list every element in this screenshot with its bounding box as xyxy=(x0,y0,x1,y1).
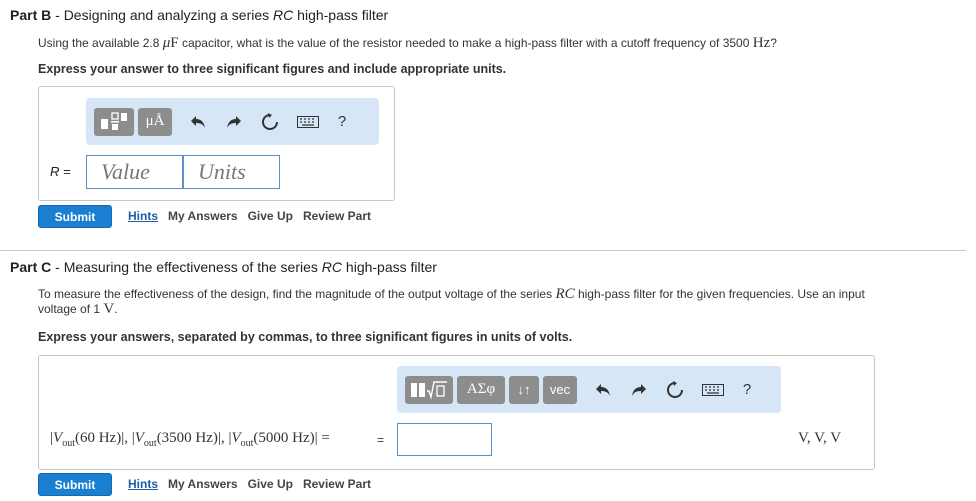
part-c-question-text-2: high-pass filter for the given frequenci… xyxy=(574,287,865,301)
voltage-answer-input[interactable] xyxy=(397,423,492,456)
part-divider xyxy=(0,250,966,251)
part-c-toolbar: ΑΣφ ↓↑ vec ? xyxy=(397,366,781,413)
keyboard-button[interactable] xyxy=(292,108,324,136)
part-c-question-text-3: voltage of 1 xyxy=(38,302,104,316)
units-input[interactable]: Units xyxy=(183,155,280,189)
part-b-my-answers-link[interactable]: My Answers xyxy=(168,209,238,223)
redo-button-c[interactable] xyxy=(623,376,655,404)
part-b-question-text-2: capacitor, what is the value of the resi… xyxy=(178,36,753,50)
help-button[interactable]: ? xyxy=(326,108,358,136)
freq-3: (5000 Hz) xyxy=(253,430,315,446)
part-c-my-answers-link[interactable]: My Answers xyxy=(168,477,238,491)
part-b-unit-f: F xyxy=(170,35,179,51)
redo-icon xyxy=(227,115,241,128)
vec-button-label: vec xyxy=(549,382,571,397)
part-c-title: Part C - Measuring the effectiveness of … xyxy=(10,259,437,275)
part-c-question-v: V xyxy=(103,301,115,317)
v-symbol: V xyxy=(53,430,63,446)
help-button-c[interactable]: ? xyxy=(731,376,763,404)
part-c-question: To measure the effectiveness of the desi… xyxy=(38,287,865,317)
help-label-c: ? xyxy=(742,381,752,398)
part-b-question-text-1: Using the available 2.8 xyxy=(38,36,163,50)
part-c-question-rc: RC xyxy=(555,286,575,302)
sort-button[interactable]: ↓↑ xyxy=(509,375,539,404)
v-subscript: out xyxy=(143,438,157,449)
templates-button-c[interactable] xyxy=(405,375,453,404)
resistor-label-text: R = xyxy=(50,164,71,179)
resistor-label: R = xyxy=(50,164,71,179)
undo-button[interactable] xyxy=(182,108,214,136)
answer-equals: = xyxy=(377,433,385,447)
part-c-review-part-link[interactable]: Review Part xyxy=(303,477,371,491)
part-b-links: Hints My Answers Give Up Review Part xyxy=(128,209,371,223)
part-b-title: Part B - Designing and analyzing a serie… xyxy=(10,7,388,23)
reset-icon xyxy=(262,112,278,130)
keyboard-icon xyxy=(702,383,724,396)
value-placeholder: Value xyxy=(101,159,150,184)
greek-button-label: ΑΣφ xyxy=(466,381,496,397)
units-placeholder: Units xyxy=(198,159,246,184)
part-b-instruction: Express your answer to three significant… xyxy=(38,62,507,76)
freq-1: (60 Hz) xyxy=(74,430,122,446)
undo-icon xyxy=(191,115,205,128)
reset-icon xyxy=(667,380,683,398)
part-c-question-text-4: . xyxy=(114,302,118,316)
v-subscript: out xyxy=(62,438,75,449)
part-c-prefix: Part C xyxy=(10,259,52,275)
part-c-title-text-1: Measuring the effectiveness of the serie… xyxy=(63,259,322,275)
comma: , xyxy=(124,430,132,446)
v-symbol: V xyxy=(134,430,144,446)
help-label: ? xyxy=(337,113,347,130)
fraction-sqrt-template-icon xyxy=(411,380,447,400)
part-c-instruction: Express your answers, separated by comma… xyxy=(38,330,573,344)
part-b-give-up-link[interactable]: Give Up xyxy=(248,209,293,223)
part-b-title-rc: RC xyxy=(273,7,294,23)
part-b-unit-hz: Hz xyxy=(752,35,771,51)
part-c-title-rc: RC xyxy=(321,259,343,275)
units-suffix: V, V, V xyxy=(798,430,842,446)
reset-button[interactable] xyxy=(254,108,286,136)
undo-button-c[interactable] xyxy=(587,376,619,404)
sort-button-label: ↓↑ xyxy=(517,382,531,397)
redo-button[interactable] xyxy=(218,108,250,136)
v-symbol: V xyxy=(231,430,241,446)
part-c-sep: - xyxy=(51,259,64,275)
part-b-toolbar: μÅ ? xyxy=(86,98,379,145)
part-b-submit-button[interactable]: Submit xyxy=(38,205,112,228)
redo-icon xyxy=(632,383,646,396)
reset-button-c[interactable] xyxy=(659,376,691,404)
part-b-prefix: Part B xyxy=(10,7,52,23)
keyboard-button-c[interactable] xyxy=(697,376,729,404)
fraction-template-icon xyxy=(101,111,127,130)
part-b-title-text-2: high-pass filter xyxy=(293,7,389,23)
part-c-submit-label: Submit xyxy=(54,477,96,492)
templates-button[interactable] xyxy=(94,107,134,136)
part-c-title-text-2: high-pass filter xyxy=(342,259,437,275)
keyboard-icon xyxy=(297,115,319,128)
part-b-review-part-link[interactable]: Review Part xyxy=(303,209,371,223)
part-b-title-text-1: Designing and analyzing a series xyxy=(63,7,274,23)
part-c-hints-link[interactable]: Hints xyxy=(128,477,158,491)
part-b-question: Using the available 2.8 μF capacitor, wh… xyxy=(38,36,777,51)
part-c-give-up-link[interactable]: Give Up xyxy=(248,477,293,491)
part-c-question-text-1: To measure the effectiveness of the desi… xyxy=(38,287,556,301)
greek-button[interactable]: ΑΣφ xyxy=(457,375,505,404)
part-c-submit-button[interactable]: Submit xyxy=(38,473,112,496)
part-b-sep: - xyxy=(51,7,64,23)
units-button-label: μÅ xyxy=(145,113,165,129)
value-input[interactable]: Value xyxy=(86,155,183,189)
part-c-question-line-2: voltage of 1 V. xyxy=(38,302,865,317)
part-c-question-line-1: To measure the effectiveness of the desi… xyxy=(38,287,865,302)
part-b-submit-label: Submit xyxy=(54,209,96,224)
freq-2: (3500 Hz) xyxy=(156,430,218,446)
v-subscript: out xyxy=(240,438,254,449)
part-c-links: Hints My Answers Give Up Review Part xyxy=(128,477,371,491)
undo-icon xyxy=(596,383,610,396)
part-b-question-text-3: ? xyxy=(770,36,777,50)
units-button[interactable]: μÅ xyxy=(138,107,172,136)
part-b-hints-link[interactable]: Hints xyxy=(128,209,158,223)
voltage-expression: |Vout(60 Hz)|, |Vout(3500 Hz)|, |Vout(50… xyxy=(50,430,330,449)
vec-button[interactable]: vec xyxy=(543,375,577,404)
equals-sign: = xyxy=(317,430,330,446)
